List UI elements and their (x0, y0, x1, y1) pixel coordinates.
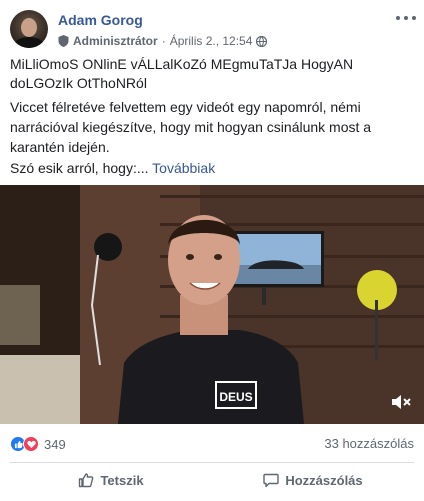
post-body-short-text: Szó esik arról, hogy:... (10, 160, 149, 176)
like-button[interactable]: Tetszik (10, 463, 212, 497)
globe-icon (256, 35, 268, 47)
post-body: Viccet félretéve felvettem egy videót eg… (10, 99, 372, 155)
reaction-count: 349 (44, 436, 66, 452)
more-dots-icon[interactable] (396, 12, 416, 24)
like-label: Tetszik (100, 472, 144, 488)
facebook-post: Adam Gorog Adminisztrátor · Április 2., … (0, 0, 424, 501)
comment-button[interactable]: Hozzászólás (212, 463, 414, 497)
mute-speaker-icon[interactable] (390, 392, 412, 412)
post-title: MiLliOmoS ONlinE vÁLLalKoZó MEgmuTaTJa H… (10, 56, 354, 91)
avatar-face (21, 18, 37, 37)
video-frame: DEUS (0, 185, 424, 424)
post-date[interactable]: Április 2., 12:54 (170, 34, 253, 48)
post-body-short: Szó esik arról, hogy:... Továbbiak (10, 159, 215, 178)
love-reaction-icon (23, 436, 39, 452)
comment-label: Hozzászólás (285, 472, 363, 488)
post-actions: Tetszik Hozzászólás (10, 463, 414, 497)
author-name[interactable]: Adam Gorog (58, 12, 143, 28)
post-meta: Adminisztrátor · Április 2., 12:54 (58, 34, 268, 48)
post-header: Adam Gorog Adminisztrátor · Április 2., … (0, 0, 424, 50)
comment-bubble-icon (263, 473, 280, 488)
author-role: Adminisztrátor (73, 34, 158, 48)
thumbs-up-icon (79, 473, 94, 488)
author-avatar[interactable] (10, 10, 48, 48)
avatar-shirt (14, 37, 44, 48)
reactions-summary[interactable]: 349 (10, 436, 66, 452)
video-player[interactable]: DEUS (0, 185, 424, 424)
shield-icon (58, 35, 69, 47)
meta-separator: · (161, 34, 166, 48)
post-stats: 349 33 hozzászólás (0, 424, 424, 464)
shirt-logo-text: DEUS (219, 390, 252, 404)
comment-count[interactable]: 33 hozzászólás (324, 436, 414, 451)
see-more-link[interactable]: Továbbiak (152, 160, 215, 176)
